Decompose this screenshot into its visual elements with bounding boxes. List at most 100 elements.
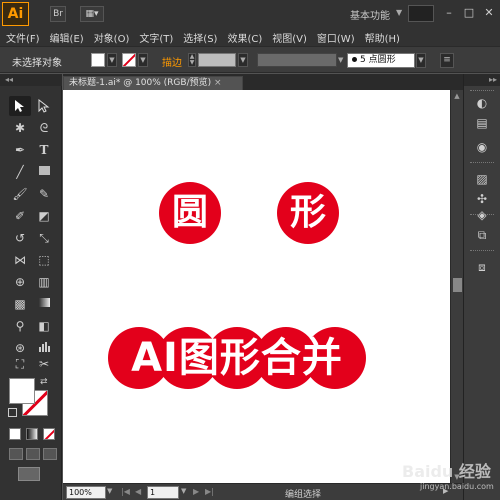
slice-tool-icon[interactable]: ✂ [33, 354, 55, 372]
chevron-down-icon[interactable]: ▼ [396, 8, 402, 17]
fill-dropdown-icon[interactable]: ▼ [107, 53, 117, 67]
chevron-down-icon[interactable]: ▼ [338, 53, 346, 67]
artboard-number-field[interactable]: 1 [147, 486, 179, 499]
fill-color-swatch[interactable] [91, 53, 105, 67]
stroke-color-swatch[interactable] [122, 53, 136, 67]
menu-window[interactable]: 窗口(W) [317, 30, 355, 45]
paintbrush-icon[interactable]: 🖌 [9, 184, 31, 204]
width-tool-icon[interactable]: ⋈ [9, 250, 31, 270]
canvas-area[interactable]: 圆 形 AI图形合并 [63, 90, 450, 483]
expand-panels-icon[interactable]: ▸▸ [464, 74, 500, 86]
layers-icon[interactable]: ◈ [472, 206, 492, 224]
blend-tool-icon[interactable]: ◧ [33, 316, 55, 336]
stroke-label[interactable]: 描边 [162, 54, 182, 69]
close-icon[interactable]: ✕ [480, 4, 498, 22]
status-menu-icon[interactable]: ▶ [443, 487, 448, 495]
menu-type[interactable]: 文字(T) [139, 30, 173, 45]
color-guide-icon[interactable]: ▤ [472, 114, 492, 132]
magic-wand-icon[interactable]: ✱ [9, 118, 31, 138]
status-bar: 100% ▼ |◀ ◀ 1 ▼ ▶ ▶| 编组选择 ▶ [63, 483, 463, 500]
brush-dropdown-icon[interactable]: ▼ [416, 53, 426, 68]
collapse-panel-icon[interactable]: ◂◂ [0, 74, 62, 86]
artboard[interactable]: 圆 形 AI图形合并 [63, 90, 450, 483]
none-mode-icon[interactable] [43, 428, 55, 440]
control-panel-menu-icon[interactable]: ≡ [440, 53, 454, 68]
align-icon[interactable]: ⧈ [472, 258, 492, 276]
scroll-down-icon[interactable]: ▼ [451, 471, 463, 483]
pencil-icon[interactable]: ✎ [33, 184, 55, 204]
stroke-dropdown-icon[interactable]: ▼ [138, 53, 148, 67]
menu-help[interactable]: 帮助(H) [365, 30, 400, 45]
gradient-tool-icon[interactable] [33, 294, 55, 314]
draw-normal-icon[interactable] [9, 448, 23, 460]
stroke-weight-stepper[interactable]: ▲ ▼ [188, 53, 196, 67]
line-tool-icon[interactable]: ╱ [9, 162, 31, 182]
zoom-dropdown-icon[interactable]: ▼ [107, 487, 112, 495]
dock-grip[interactable] [470, 162, 494, 164]
artboard-tool-icon[interactable]: ⛶ [9, 354, 31, 372]
right-panel-dock: ▸▸ ◐ ▤ ◉ ▨ ✣ ◈ ⧉ ⧈ [463, 74, 500, 500]
brush-dot-icon [352, 57, 357, 62]
scrollbar-thumb[interactable] [453, 278, 462, 292]
first-artboard-icon[interactable]: |◀ [121, 487, 130, 496]
perspective-grid-icon[interactable]: ▥ [33, 272, 55, 292]
bridge-icon[interactable]: Br [50, 6, 66, 22]
pen-tool-icon[interactable]: ✒ [9, 140, 31, 160]
tools-panel: ◂◂ ✱ ᘓ ✒ T ╱ 🖌 ✎ ✐ ◩ ↺ ⤡ ⋈ ⬚ ⊕ ▥ ▩ ⚲ ◧ ⊛… [0, 74, 62, 500]
control-bar: 未选择对象 ▼ ▼ 描边 ▲ ▼ ▼ ▼ 5 点圆形 ▼ ≡ [0, 46, 500, 73]
scroll-up-icon[interactable]: ▲ [451, 90, 463, 102]
zoom-level-field[interactable]: 100% [66, 486, 106, 499]
shape-builder-icon[interactable]: ⊕ [9, 272, 31, 292]
brushes-icon[interactable]: ▨ [472, 170, 492, 188]
artboard-dropdown-icon[interactable]: ▼ [181, 487, 186, 495]
default-colors-icon[interactable] [8, 408, 17, 417]
eyedropper-icon[interactable]: ⚲ [9, 316, 31, 336]
screen-mode-icon[interactable] [18, 467, 40, 481]
free-transform-icon[interactable]: ⬚ [33, 250, 55, 270]
selection-tool-icon[interactable] [9, 96, 31, 116]
blob-brush-icon[interactable]: ✐ [9, 206, 31, 226]
type-tool-icon[interactable]: T [33, 140, 55, 160]
direct-selection-tool-icon[interactable] [33, 96, 55, 116]
draw-behind-icon[interactable] [26, 448, 40, 460]
vertical-scrollbar[interactable]: ▲ ▼ [450, 90, 463, 483]
minimize-icon[interactable]: – [440, 4, 458, 22]
menu-select[interactable]: 选择(S) [183, 30, 217, 45]
fill-color-box[interactable] [9, 378, 35, 404]
eraser-icon[interactable]: ◩ [33, 206, 55, 226]
arrange-documents-icon[interactable]: ▦▾ [80, 6, 104, 22]
search-input[interactable] [408, 5, 434, 22]
gradient-mode-icon[interactable] [26, 428, 38, 440]
close-tab-icon[interactable]: × [214, 78, 222, 88]
draw-inside-icon[interactable] [43, 448, 57, 460]
workspace-switcher-label[interactable]: 基本功能 [350, 7, 390, 22]
color-mode-icon[interactable] [9, 428, 21, 440]
title-bar: Ai Br ▦▾ 基本功能 ▼ – □ ✕ [0, 0, 500, 28]
variable-width-profile[interactable] [257, 53, 337, 67]
brush-definition[interactable]: 5 点圆形 [347, 53, 415, 68]
swatches-icon[interactable]: ◉ [472, 138, 492, 156]
swap-fill-stroke-icon[interactable]: ⇄ [40, 377, 48, 387]
brush-shape: 点圆形 [368, 55, 396, 65]
scale-icon[interactable]: ⤡ [33, 228, 55, 248]
stroke-weight-field[interactable] [198, 53, 236, 67]
dock-grip[interactable] [470, 250, 494, 252]
menu-object[interactable]: 对象(O) [94, 30, 130, 45]
rotate-icon[interactable]: ↺ [9, 228, 31, 248]
rectangle-tool-icon[interactable] [33, 162, 55, 182]
artboards-icon[interactable]: ⧉ [472, 226, 492, 244]
color-panel-icon[interactable]: ◐ [472, 94, 492, 112]
lasso-icon[interactable]: ᘓ [33, 118, 55, 138]
stroke-weight-dropdown-icon[interactable]: ▼ [238, 53, 248, 67]
dock-grip[interactable] [470, 90, 494, 92]
last-artboard-icon[interactable]: ▶| [205, 487, 214, 496]
menu-file[interactable]: 文件(F) [6, 30, 40, 45]
menu-view[interactable]: 视图(V) [272, 30, 307, 45]
menu-effect[interactable]: 效果(C) [227, 30, 262, 45]
mesh-tool-icon[interactable]: ▩ [9, 294, 31, 314]
next-artboard-icon[interactable]: ▶ [193, 487, 199, 496]
menu-edit[interactable]: 编辑(E) [50, 30, 84, 45]
document-tab[interactable]: 未标题-1.ai* @ 100% (RGB/预览) × [63, 76, 243, 90]
previous-artboard-icon[interactable]: ◀ [135, 487, 141, 496]
maximize-icon[interactable]: □ [460, 4, 478, 22]
